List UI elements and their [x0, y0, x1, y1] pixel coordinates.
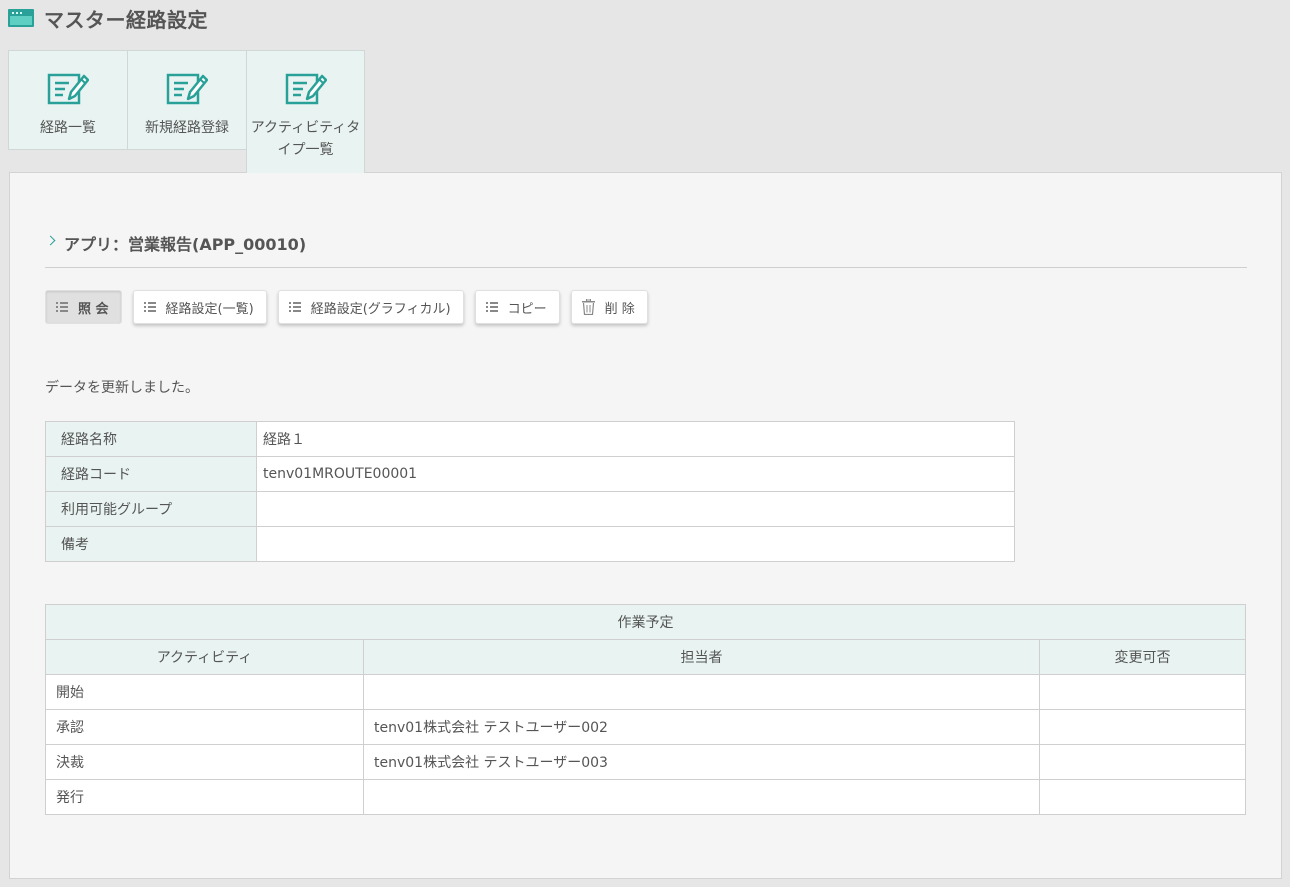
- copy-button-label: コピー: [507, 301, 547, 317]
- section-heading: アプリ：営業報告(APP_00010): [45, 231, 1247, 268]
- table-row: 決裁 tenv01株式会社 テストユーザー003: [45, 744, 1246, 780]
- schedule-table: 作業予定 アクティビティ 担当者 変更可否 開始 承認 tenv01株式会社 テ…: [45, 604, 1246, 815]
- route-list-button[interactable]: 経路設定(一覧): [132, 290, 267, 324]
- activity-cell: 決裁: [45, 744, 364, 780]
- route-graphical-button[interactable]: 経路設定(グラフィカル): [277, 290, 464, 324]
- tab-activity-type-list[interactable]: アクティビティタイプ一覧: [246, 50, 365, 173]
- view-button-label: 照 会: [78, 301, 109, 317]
- activity-cell: 開始: [45, 674, 364, 710]
- available-group-value: [256, 491, 1015, 527]
- table-row: 利用可能グループ: [45, 491, 1015, 527]
- column-header-activity: アクティビティ: [45, 639, 364, 675]
- section-title: アプリ：営業報告(APP_00010): [64, 235, 307, 254]
- route-code-label: 経路コード: [45, 456, 257, 492]
- content-panel: アプリ：営業報告(APP_00010) 照 会 経路設定(一覧) 経路設定(グラ…: [9, 172, 1282, 879]
- route-name-label: 経路名称: [45, 421, 257, 457]
- tab-route-list[interactable]: 経路一覧: [8, 50, 127, 150]
- page-header: マスター経路設定: [8, 4, 208, 32]
- table-row: 承認 tenv01株式会社 テストユーザー002: [45, 709, 1246, 745]
- table-row: 開始: [45, 674, 1246, 710]
- trash-icon: [581, 299, 595, 315]
- action-buttons: 照 会 経路設定(一覧) 経路設定(グラフィカル) コピー 削 除: [45, 290, 648, 324]
- status-message: データを更新しました。: [45, 380, 199, 396]
- assignee-cell: tenv01株式会社 テストユーザー002: [363, 709, 1040, 745]
- remarks-value: [256, 526, 1015, 562]
- activity-cell: 発行: [45, 779, 364, 815]
- view-button[interactable]: 照 会: [45, 290, 122, 324]
- edit-icon: [47, 73, 89, 105]
- route-name-value: 経路１: [256, 421, 1015, 457]
- list-icon: [288, 302, 301, 312]
- chevron-right-icon: [45, 235, 56, 246]
- tab-label: 新規経路登録: [145, 120, 229, 136]
- changeable-cell: [1039, 779, 1246, 815]
- changeable-cell: [1039, 744, 1246, 780]
- tab-label: 経路一覧: [40, 120, 96, 136]
- column-header-assignee: 担当者: [363, 639, 1040, 675]
- edit-icon: [285, 73, 327, 105]
- assignee-cell: [363, 779, 1040, 815]
- assignee-cell: tenv01株式会社 テストユーザー003: [363, 744, 1040, 780]
- page-title: マスター経路設定: [44, 7, 208, 32]
- changeable-cell: [1039, 709, 1246, 745]
- tab-new-route[interactable]: 新規経路登録: [127, 50, 246, 150]
- route-list-button-label: 経路設定(一覧): [165, 301, 254, 317]
- table-header-row: アクティビティ 担当者 変更可否: [45, 639, 1246, 675]
- edit-icon: [166, 73, 208, 105]
- window-icon: [8, 9, 34, 27]
- assignee-cell: [363, 674, 1040, 710]
- table-row: 発行: [45, 779, 1246, 815]
- changeable-cell: [1039, 674, 1246, 710]
- route-info-table: 経路名称 経路１ 経路コード tenv01MROUTE00001 利用可能グルー…: [45, 421, 1015, 562]
- column-header-changeable: 変更可否: [1039, 639, 1246, 675]
- tab-label: アクティビティタイプ一覧: [250, 120, 361, 158]
- delete-button[interactable]: 削 除: [570, 290, 648, 324]
- delete-button-label: 削 除: [604, 301, 635, 317]
- activity-cell: 承認: [45, 709, 364, 745]
- list-icon: [485, 302, 498, 312]
- table-caption-row: 作業予定: [45, 604, 1246, 640]
- remarks-label: 備考: [45, 526, 257, 562]
- route-code-value: tenv01MROUTE00001: [256, 456, 1015, 492]
- table-row: 備考: [45, 526, 1015, 562]
- list-icon: [56, 302, 68, 312]
- route-graphical-button-label: 経路設定(グラフィカル): [310, 301, 451, 317]
- table-row: 経路名称 経路１: [45, 421, 1015, 457]
- list-icon: [143, 302, 156, 312]
- schedule-caption: 作業予定: [45, 604, 1246, 640]
- copy-button[interactable]: コピー: [474, 290, 560, 324]
- available-group-label: 利用可能グループ: [45, 491, 257, 527]
- tab-bar: 経路一覧 新規経路登録 アクティビティタイプ一覧: [8, 50, 365, 173]
- table-row: 経路コード tenv01MROUTE00001: [45, 456, 1015, 492]
